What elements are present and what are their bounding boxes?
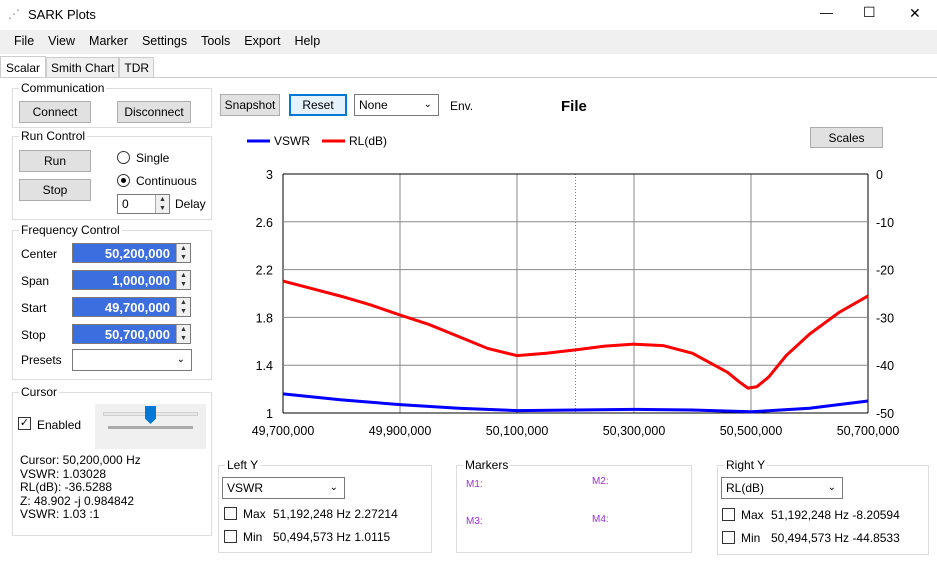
x-tick-label: 49,900,000 [369,424,432,438]
left-tick-label: 3 [266,168,273,182]
cursor-vswr: VSWR: 1.03028 [20,466,107,481]
right-tick-label: -30 [876,311,894,325]
left-tick-label: 2.2 [256,264,273,278]
left-max-value: 51,192,248 Hz 2.27214 [273,507,398,521]
cursor-rl: RL(dB): -36.5288 [20,480,113,494]
x-tick-label: 49,700,000 [252,424,315,438]
cursor-impedance: Z: 48.902 -j 0.984842 [20,493,135,508]
group-label: Right Y [724,458,768,472]
right-y-value: RL(dB) [726,481,765,495]
left-max-label: Max [243,507,266,521]
cursor-vswr-ratio: VSWR: 1.03 :1 [20,507,100,521]
left-min-label: Min [243,530,263,544]
marker-m1: M1: [466,479,483,490]
left-y-dropdown[interactable]: VSWR ⌄ [222,477,345,499]
legend-rl-label: RL(dB) [349,134,387,148]
right-max-checkbox[interactable] [722,508,735,521]
right-min-label: Min [741,531,761,545]
marker-m4: M4: [592,514,609,525]
left-tick-label: 1.4 [256,359,273,373]
left-tick-label: 1 [266,407,273,421]
left-min-value: 50,494,573 Hz 1.0115 [273,530,391,544]
chevron-down-icon: ⌄ [827,482,836,493]
left-tick-label: 2.6 [256,216,273,230]
marker-m3: M3: [466,516,483,527]
cursor-frequency: Cursor: 50,200,000 Hz [20,453,141,467]
right-tick-label: 0 [876,168,883,182]
chevron-down-icon: ⌄ [329,482,338,493]
right-tick-label: -10 [876,216,894,230]
markers-group: Markers [456,458,692,553]
right-max-value: 51,192,248 Hz -8.20594 [771,508,900,522]
x-tick-label: 50,500,000 [720,424,783,438]
right-tick-label: -20 [876,264,894,278]
right-y-dropdown[interactable]: RL(dB) ⌄ [721,477,843,499]
x-tick-label: 50,300,000 [603,424,666,438]
x-tick-label: 50,100,000 [486,424,549,438]
left-tick-label: 1.8 [256,311,273,325]
left-min-checkbox[interactable] [224,530,237,543]
right-min-checkbox[interactable] [722,531,735,544]
legend-vswr-label: VSWR [274,134,310,148]
cursor-readout: Cursor: 50,200,000 Hz VSWR: 1.03028 RL(d… [20,453,141,522]
x-tick-label: 50,700,000 [837,424,900,438]
group-label: Markers [463,458,511,472]
group-label: Left Y [225,458,261,472]
scalar-chart[interactable]: VSWR RL(dB) 49,700,000 49,900,000 50,100,0… [0,0,937,450]
right-max-label: Max [741,508,764,522]
left-max-checkbox[interactable] [224,507,237,520]
marker-m2: M2: [592,476,609,487]
right-min-value: 50,494,573 Hz -44.8533 [771,531,900,545]
right-tick-label: -50 [876,407,894,421]
right-tick-label: -40 [876,359,894,373]
left-y-value: VSWR [227,481,263,495]
